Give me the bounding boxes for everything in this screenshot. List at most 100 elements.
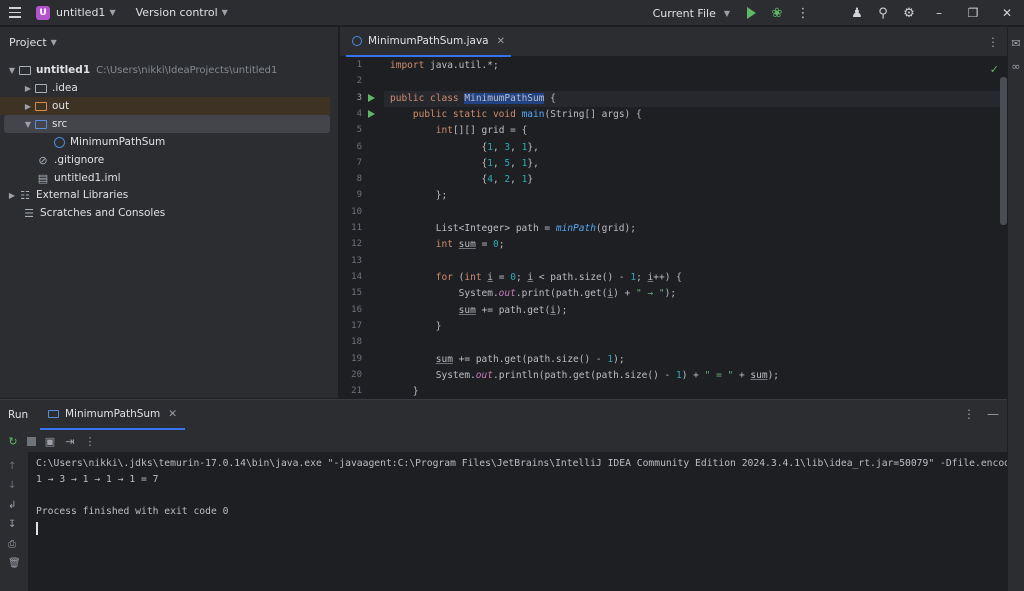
run-class-gutter-icon[interactable]	[368, 94, 375, 102]
line-number: 9	[356, 190, 362, 200]
chevron-right-icon[interactable]: ▶	[6, 191, 18, 200]
restore-icon[interactable]: ❐	[956, 0, 990, 26]
run-icon[interactable]	[738, 0, 764, 26]
main-menu-icon[interactable]	[2, 0, 28, 26]
clear-all-icon[interactable]: 🗑	[8, 558, 21, 569]
tree-item-label: untitled1	[36, 64, 91, 76]
tree-item-iml[interactable]: ▤ untitled1.iml	[0, 169, 330, 187]
tree-item-out[interactable]: ▶ out	[0, 97, 330, 115]
restore-layout-icon[interactable]: ⇥	[64, 435, 76, 448]
tab-label: MinimumPathSum	[65, 408, 161, 420]
more-options-icon[interactable]: ⋮	[963, 407, 975, 421]
line-number: 21	[351, 386, 362, 396]
line-number: 20	[351, 370, 362, 380]
code-line: public static void main(String[] args) {	[412, 109, 642, 120]
chevron-down-icon[interactable]: ▼	[51, 38, 57, 47]
run-main-gutter-icon[interactable]	[368, 110, 375, 118]
title-bar: U untitled1 ▼ Version control ▼ Current …	[0, 0, 1024, 26]
print-icon[interactable]: ⎙	[8, 539, 16, 550]
scratches-icon: ☰	[24, 206, 34, 220]
close-icon[interactable]: ✕	[990, 0, 1024, 26]
right-tool-strip: ✉ ∞	[1007, 27, 1024, 591]
tree-item-label: .gitignore	[54, 154, 105, 166]
run-panel-header: Run MinimumPathSum ✕ ⋮ —	[0, 400, 1007, 430]
line-number: 16	[351, 305, 362, 315]
line-number: 19	[351, 354, 362, 364]
tree-item-label: External Libraries	[36, 189, 129, 201]
chevron-down-icon[interactable]: ▼	[22, 120, 34, 129]
tree-item-scratches[interactable]: ☰ Scratches and Consoles	[0, 204, 330, 222]
line-number: 17	[351, 321, 362, 331]
chevron-down-icon[interactable]: ▼	[6, 66, 18, 75]
tab-run-minimumpathsum[interactable]: MinimumPathSum ✕	[40, 400, 186, 430]
ai-assistant-icon[interactable]: ∞	[1008, 60, 1024, 73]
code-line: import java.util.*;	[390, 60, 499, 71]
tree-item-root[interactable]: ▼ untitled1 C:\Users\nikki\IdeaProjects\…	[0, 61, 330, 79]
project-selector[interactable]: untitled1	[56, 6, 105, 19]
line-number: 18	[351, 337, 362, 347]
console-line: Process finished with exit code 0	[36, 506, 229, 517]
more-actions-icon[interactable]: ⋮	[84, 435, 96, 448]
scroll-up-icon[interactable]: ↑	[8, 461, 16, 472]
editor-scrollbar[interactable]	[1000, 77, 1007, 225]
line-number: 3	[356, 93, 362, 103]
library-icon: ☷	[20, 188, 30, 202]
excluded-folder-icon	[34, 100, 48, 112]
no-problems-check-icon[interactable]: ✓	[990, 63, 999, 76]
chevron-right-icon[interactable]: ▶	[22, 84, 34, 93]
java-class-icon	[352, 36, 362, 46]
run-tool-window: Run MinimumPathSum ✕ ⋮ — ↻ ▣ ⇥ ⋮ ↑ ↓ ↲ ↧…	[0, 399, 1007, 591]
run-configuration-selector[interactable]: Current File	[653, 7, 716, 20]
version-control-menu[interactable]: Version control	[136, 6, 218, 19]
line-number: 11	[351, 223, 362, 233]
camera-icon[interactable]: ▣	[44, 435, 56, 448]
add-user-icon[interactable]: ♟	[844, 0, 870, 26]
search-icon[interactable]: ⚲	[870, 0, 896, 26]
rerun-icon[interactable]: ↻	[7, 435, 19, 448]
code-line: };	[390, 190, 448, 201]
tree-item-label: Scratches and Consoles	[40, 207, 166, 219]
soft-wrap-icon[interactable]: ↲	[8, 500, 16, 511]
code-editor[interactable]: 1 2 3 4 5 6 7 8 9 10 11 12 13 14 15 16 1…	[340, 57, 1007, 398]
console-side-toolbar: ↑ ↓ ↲ ↧ ⎙ 🗑	[0, 452, 28, 591]
tab-minimumpathsum[interactable]: MinimumPathSum.java ✕	[346, 27, 512, 57]
project-panel-header[interactable]: Project ▼	[0, 27, 338, 57]
minimize-icon[interactable]: –	[922, 0, 956, 26]
source-folder-icon	[34, 118, 48, 130]
line-number: 10	[351, 207, 362, 217]
chevron-down-icon[interactable]: ▼	[109, 8, 115, 17]
tree-item-gitignore[interactable]: ⊘ .gitignore	[0, 151, 330, 169]
line-number: 13	[351, 256, 362, 266]
tab-label: MinimumPathSum.java	[368, 35, 489, 47]
hide-panel-icon[interactable]: —	[987, 407, 999, 421]
folder-icon	[34, 82, 48, 94]
notifications-icon[interactable]: ✉	[1008, 37, 1024, 50]
chevron-right-icon[interactable]: ▶	[22, 102, 34, 111]
settings-gear-icon[interactable]: ⚙	[896, 0, 922, 26]
tree-item-minimumpathsum[interactable]: MinimumPathSum	[0, 133, 330, 151]
tree-item-src[interactable]: ▼ src	[4, 115, 330, 133]
close-tab-icon[interactable]: ✕	[168, 408, 177, 420]
tree-item-external-libraries[interactable]: ▶ ☷ External Libraries	[0, 186, 330, 204]
stop-icon[interactable]	[27, 436, 36, 446]
code-line: for (int i = 0; i < path.size() - 1; i++…	[435, 272, 682, 283]
close-tab-icon[interactable]: ✕	[497, 36, 505, 47]
console-output[interactable]: C:\Users\nikki\.jdks\temurin-17.0.14\bin…	[36, 457, 1007, 587]
chevron-down-icon[interactable]: ▼	[724, 9, 730, 18]
tree-item-idea[interactable]: ▶ .idea	[0, 79, 330, 97]
line-number: 5	[356, 125, 362, 135]
code-line: System.out.println(path.get(path.size() …	[390, 370, 780, 381]
module-folder-icon	[18, 64, 32, 76]
code-line: {1, 3, 1},	[390, 142, 539, 153]
line-number: 1	[356, 60, 362, 70]
project-panel-title: Project	[9, 35, 47, 49]
scroll-down-icon[interactable]: ↓	[8, 480, 16, 491]
code-line: {1, 5, 1},	[390, 158, 539, 169]
debug-icon[interactable]: ❀	[764, 0, 790, 26]
more-actions-icon[interactable]: ⋮	[790, 0, 816, 26]
tab-actions-icon[interactable]: ⋮	[987, 35, 999, 49]
scroll-to-end-icon[interactable]: ↧	[8, 519, 16, 530]
project-badge: U	[36, 5, 50, 20]
run-toolbar: ↻ ▣ ⇥ ⋮	[0, 430, 1007, 452]
chevron-down-icon[interactable]: ▼	[222, 8, 228, 17]
